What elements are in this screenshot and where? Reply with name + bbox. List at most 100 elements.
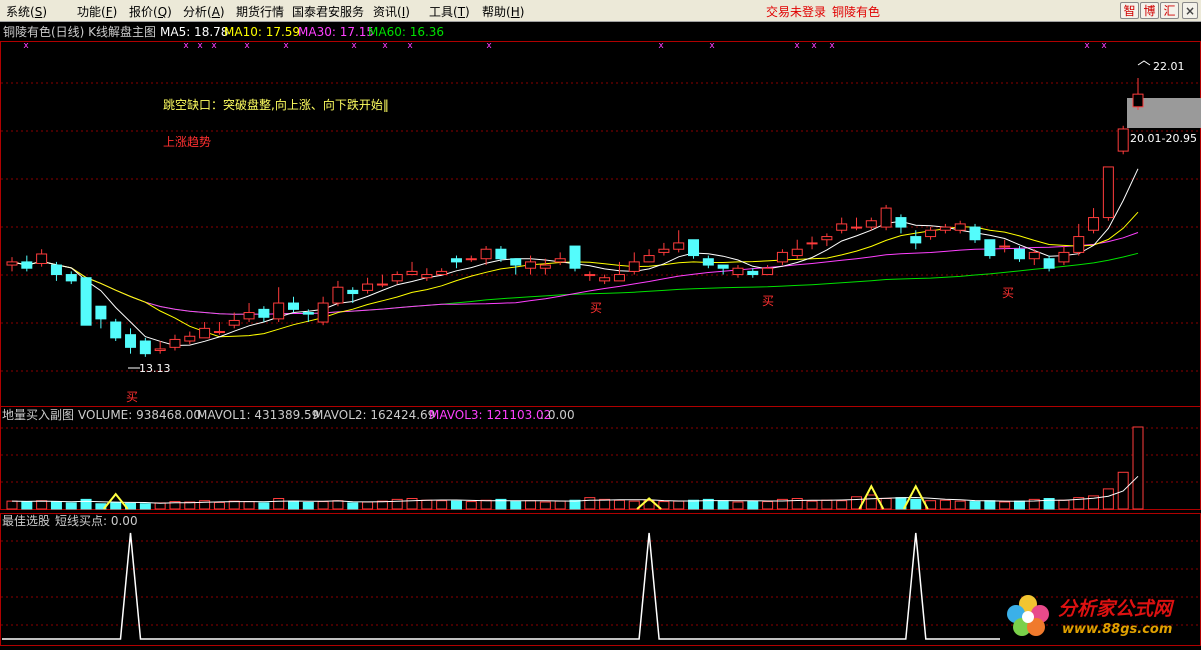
volume-bar: [984, 500, 996, 510]
candle: [391, 274, 403, 282]
menu-system[interactable]: 系统(S): [6, 3, 47, 20]
signal-marker: x: [283, 41, 289, 51]
candle: [554, 258, 566, 263]
candle: [673, 242, 685, 250]
menu-tools[interactable]: 工具(T): [429, 3, 470, 20]
bo-button[interactable]: 博: [1140, 2, 1159, 19]
candle: [347, 289, 359, 295]
volume-bar: [243, 501, 255, 510]
candle: [1132, 93, 1144, 108]
candle: [199, 327, 211, 339]
gap-annotation: 跳空缺口：突破盘整,向上涨、向下跌开始‖: [163, 97, 389, 112]
candle: [643, 255, 655, 263]
volume-bar: [465, 501, 477, 510]
volume-bar: [673, 500, 685, 510]
candle: [836, 223, 848, 231]
ma30-label: MA30: 17.15: [298, 25, 374, 39]
candle: [302, 312, 314, 315]
signal-marker: x: [407, 41, 413, 51]
candle: [80, 277, 92, 326]
candle: [154, 348, 166, 352]
volume-bar: [288, 500, 299, 510]
candle: [702, 258, 714, 266]
menu-analysis[interactable]: 分析(A): [183, 3, 225, 20]
mavol3-label: MAVOL3: 121103.02: [429, 408, 551, 422]
volume-bar: [836, 500, 848, 510]
signal-marker: x: [211, 41, 217, 51]
volume-bar: [584, 497, 596, 510]
volume-bar: [302, 501, 314, 510]
menu-futures[interactable]: 期货行情: [236, 3, 284, 20]
volume-bar: [347, 502, 359, 510]
volume-bar: [36, 500, 48, 510]
volume-bar: [969, 501, 981, 510]
candle: [184, 335, 196, 342]
login-status: 交易未登录: [766, 5, 827, 19]
volume-bar: [65, 502, 77, 510]
candle: [6, 261, 18, 266]
signal-marker: x: [794, 41, 800, 51]
volume-bar: [436, 500, 448, 510]
menu-bar: 系统(S) 功能(F) 报价(Q) 分析(A) 期货行情 国泰君安服务 资讯(I…: [0, 0, 1201, 22]
candle: [628, 261, 640, 272]
volume-bar: [939, 499, 951, 510]
volume-bar: [258, 502, 270, 510]
candle: [273, 302, 285, 320]
candle: [880, 207, 892, 228]
watermark-logo: 分析家公式网 www.88gs.com: [1000, 584, 1201, 647]
candle: [1117, 128, 1129, 152]
gap-range-label: 20.01-20.95: [1130, 132, 1197, 145]
signal-marker: x: [23, 41, 29, 51]
volume-bar: [762, 501, 774, 510]
candle: [910, 236, 922, 244]
mavol2-label: MAVOL2: 162424.69: [313, 408, 435, 422]
menu-help[interactable]: 帮助(H): [482, 3, 524, 20]
signal-marker: x: [1084, 41, 1090, 51]
candle: [925, 229, 937, 238]
volume-bar: [480, 499, 492, 510]
candle: [1028, 251, 1040, 260]
stock-name-title: 铜陵有色: [832, 5, 881, 19]
signal-marker: x: [829, 41, 835, 51]
candle: [50, 264, 62, 276]
low-price-label: 13.13: [139, 362, 171, 375]
menu-function[interactable]: 功能(F): [77, 3, 117, 20]
candle: [1073, 236, 1085, 253]
volume-label: VOLUME: 938468.00: [78, 408, 201, 422]
candle: [984, 239, 996, 257]
candle: [169, 338, 181, 348]
volume-bar: [910, 498, 922, 510]
volume-bar: [228, 500, 240, 510]
volume-bar: [50, 501, 62, 510]
candle: [851, 226, 862, 229]
candle: [110, 321, 122, 339]
hui-button[interactable]: 汇: [1160, 2, 1179, 19]
signal-marker: x: [351, 41, 357, 51]
volume-bar: [525, 500, 537, 510]
candle: [939, 226, 951, 231]
candle: [421, 274, 433, 279]
volume-bar: [510, 501, 522, 510]
volume-bar: [1058, 499, 1070, 510]
candle: [806, 242, 818, 245]
volume-bar: [747, 500, 759, 510]
signal-marker: x: [709, 41, 715, 51]
candle: [376, 283, 388, 286]
menu-news[interactable]: 资讯(I): [373, 3, 410, 20]
menu-quote[interactable]: 报价(Q): [129, 3, 172, 20]
candle: [717, 264, 729, 269]
volume-bar: [450, 500, 462, 510]
menu-gtja-service[interactable]: 国泰君安服务: [292, 3, 364, 20]
volume-bar: [539, 501, 551, 510]
buy-signal: 买: [126, 390, 138, 404]
candle: [65, 274, 77, 282]
candle: [288, 302, 299, 310]
zhi-button[interactable]: 智: [1120, 2, 1139, 19]
candle: [539, 264, 551, 269]
close-icon[interactable]: ×: [1182, 2, 1198, 19]
volume-bar: [954, 500, 966, 510]
candle: [213, 331, 225, 334]
candle: [510, 258, 522, 266]
volume-bar: [154, 502, 166, 510]
candle: [1102, 166, 1114, 219]
